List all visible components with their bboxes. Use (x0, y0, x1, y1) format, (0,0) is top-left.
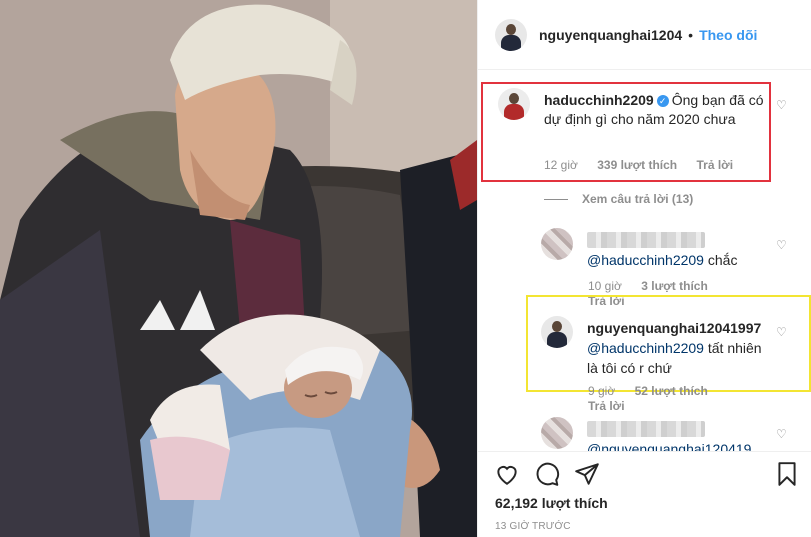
reply-2-time: 9 giờ (588, 384, 616, 398)
reply-2-avatar-wrap (541, 316, 573, 348)
reply-3-mention[interactable]: @nguyenquanghai120419 (587, 441, 751, 451)
view-replies-button[interactable]: Xem câu trả lời (13) (544, 192, 693, 206)
likes-count[interactable]: 62,192 lượt thích (495, 495, 608, 511)
follow-button[interactable]: Theo dõi (699, 27, 757, 43)
commenter-avatar[interactable] (498, 88, 530, 120)
comment-like-heart-icon[interactable]: ♡ (776, 99, 788, 111)
reply-2-avatar[interactable] (541, 316, 573, 348)
reply-3-avatar[interactable] (541, 417, 573, 449)
reply-1-mention[interactable]: @haducchinh2209 (587, 252, 704, 268)
reply-1-time: 10 giờ (588, 279, 622, 293)
share-icon[interactable] (574, 461, 600, 487)
reply-1-heart-icon[interactable]: ♡ (776, 239, 788, 251)
comment-icon[interactable] (534, 461, 560, 487)
reply-1-meta: 10 giờ 3 lượt thích (588, 279, 724, 293)
comments-list[interactable]: haducchinh2209 ✓ Ông bạn đã có dự định gì … (478, 71, 811, 451)
reply-2-text: nguyenquanghai12041997 @haducchinh2209 t… (587, 318, 773, 378)
reply-2-mention[interactable]: @haducchinh2209 (587, 340, 704, 356)
heart-icon[interactable] (494, 461, 520, 487)
post-side-panel: nguyenquanghai1204 • Theo dõi haducchinh… (477, 0, 811, 537)
author-avatar[interactable] (495, 18, 527, 51)
reply-2-likes[interactable]: 52 lượt thích (635, 384, 708, 398)
reply-1-text: @haducchinh2209 chắc (587, 232, 777, 270)
post-header: nguyenquanghai1204 • Theo dõi (478, 0, 811, 70)
comment-meta: 12 giờ 339 lượt thích Trả lời (544, 158, 749, 172)
blurred-avatar (541, 417, 573, 449)
comment-text: haducchinh2209 ✓ Ông bạn đã có dự định gì … (544, 91, 764, 129)
reply-2-heart-icon[interactable]: ♡ (776, 326, 788, 338)
reply-1-likes[interactable]: 3 lượt thích (641, 279, 708, 293)
comment-username[interactable]: haducchinh2209 (544, 92, 654, 108)
reply-2-reply-button[interactable]: Trả lời (588, 399, 625, 413)
post-timestamp: 13 GIỜ TRƯỚC (495, 521, 571, 532)
reply-1-body: chắc (703, 252, 738, 268)
blurred-avatar (541, 228, 573, 260)
action-bar: 62,192 lượt thích 13 GIỜ TRƯỚC (478, 451, 811, 537)
post-photo[interactable] (0, 0, 477, 537)
reply-1-avatar[interactable] (541, 228, 573, 260)
verified-badge-icon: ✓ (656, 95, 669, 107)
replies-divider (544, 198, 568, 200)
reply-2-meta: 9 giờ 52 lượt thích (588, 384, 724, 398)
reply-3-heart-icon[interactable]: ♡ (776, 428, 788, 440)
blurred-username (587, 421, 705, 437)
view-replies-label: Xem câu trả lời (13) (582, 192, 694, 206)
comment-reply-button[interactable]: Trả lời (696, 158, 733, 172)
reply-2-reply-button-wrap: Trả lời (588, 399, 641, 413)
author-username[interactable]: nguyenquanghai1204 (539, 27, 682, 43)
bookmark-icon[interactable] (774, 461, 800, 487)
comment-time: 12 giờ (544, 158, 578, 172)
reply-2-username[interactable]: nguyenquanghai12041997 (587, 320, 761, 336)
reply-3-text: @nguyenquanghai120419 (587, 421, 787, 451)
separator-dot: • (688, 26, 694, 43)
blurred-username (587, 232, 705, 248)
comment-likes[interactable]: 339 lượt thích (597, 158, 677, 172)
